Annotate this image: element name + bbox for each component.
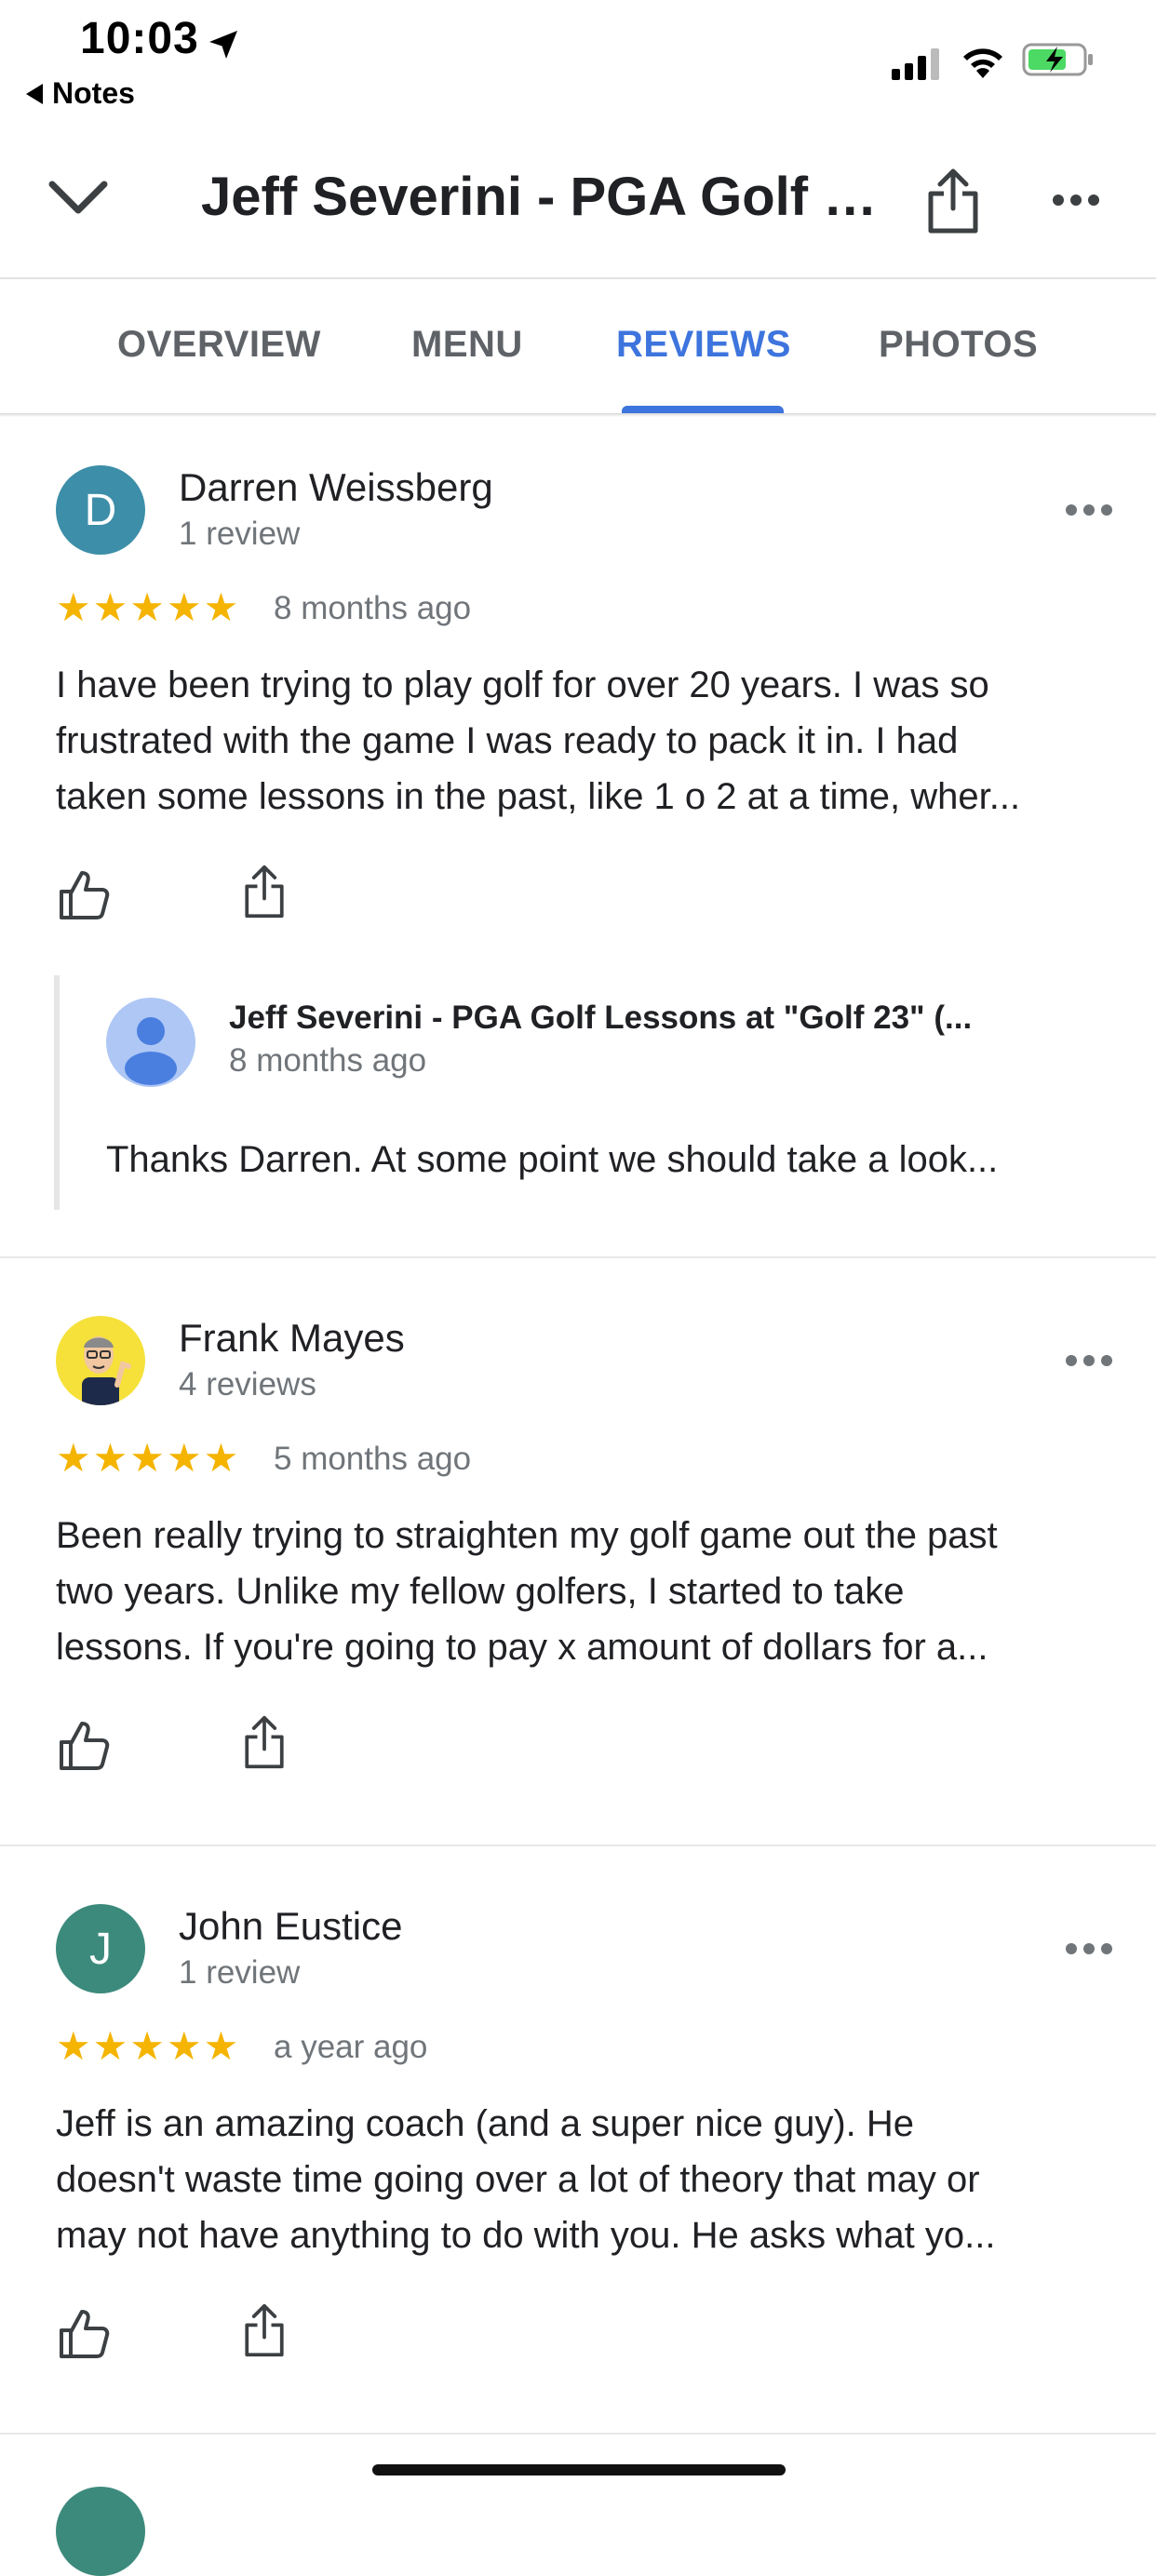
- avatar[interactable]: [56, 1316, 145, 1405]
- review-text-line: frustrated with the game I was ready to …: [56, 720, 959, 761]
- avatar[interactable]: D: [56, 465, 145, 555]
- reply-quote-bar: [54, 975, 60, 1210]
- owner-reply-name: Jeff Severini - PGA Golf Lessons at "Gol…: [229, 1000, 973, 1036]
- location-arrow-icon: [209, 31, 237, 59]
- star-rating: ★★★★★: [56, 2024, 241, 2068]
- review-more-icon[interactable]: [1065, 501, 1113, 519]
- review-text-line: lessons. If you're going to pay x amount…: [56, 1627, 988, 1668]
- review-text-line: may not have anything to do with you. He…: [56, 2215, 996, 2256]
- reviewer-name[interactable]: Darren Weissberg: [179, 465, 493, 510]
- review-count: 4 reviews: [179, 1366, 316, 1402]
- share-review-icon[interactable]: [236, 1714, 292, 1770]
- review-count: 1 review: [179, 1954, 301, 1991]
- share-review-icon[interactable]: [236, 864, 292, 919]
- review-text-line: Jeff is an amazing coach (and a super ni…: [56, 2103, 914, 2144]
- back-to-notes-link[interactable]: Notes: [26, 76, 135, 111]
- collapse-chevron-icon[interactable]: [43, 171, 114, 227]
- person-icon: [125, 1017, 177, 1085]
- avatar[interactable]: J: [56, 1904, 145, 1993]
- more-options-icon[interactable]: [1052, 186, 1100, 214]
- tab-photos[interactable]: PHOTOS: [879, 324, 1038, 366]
- review-text-line: doesn't waste time going over a lot of t…: [56, 2159, 980, 2200]
- owner-reply-time: 8 months ago: [229, 1042, 427, 1079]
- reviewer-name[interactable]: John Eustice: [179, 1904, 402, 1949]
- home-indicator[interactable]: [372, 2464, 786, 2475]
- avatar[interactable]: [56, 2487, 145, 2576]
- star-rating: ★★★★★: [56, 1436, 241, 1480]
- status-time: 10:03: [80, 14, 199, 63]
- active-tab-indicator: [622, 406, 784, 413]
- cellular-signal-icon: [892, 48, 939, 80]
- thumbs-up-icon[interactable]: [56, 1718, 112, 1774]
- review-text[interactable]: Been really trying to straighten my golf…: [56, 1508, 1117, 1675]
- tabs-shadow: [0, 413, 1156, 417]
- header-divider: [0, 277, 1156, 279]
- battery-charging-icon: [1022, 43, 1093, 76]
- wifi-icon: [963, 48, 1002, 78]
- tab-reviews[interactable]: REVIEWS: [616, 324, 791, 366]
- thumbs-up-icon[interactable]: [56, 2306, 112, 2362]
- star-rating: ★★★★★: [56, 585, 241, 629]
- review-text[interactable]: I have been trying to play golf for over…: [56, 657, 1117, 825]
- share-review-icon[interactable]: [236, 2302, 292, 2358]
- review-text-line: Been really trying to straighten my golf…: [56, 1515, 998, 1556]
- place-title: Jeff Severini - PGA Golf L...: [201, 167, 890, 227]
- owner-reply-text[interactable]: Thanks Darren. At some point we should t…: [106, 1139, 998, 1181]
- review-time: 8 months ago: [274, 590, 472, 626]
- share-icon[interactable]: [923, 166, 983, 236]
- review-divider: [0, 1256, 1156, 1258]
- tab-menu[interactable]: MENU: [411, 324, 523, 366]
- review-more-icon[interactable]: [1065, 1939, 1113, 1958]
- reviewer-name[interactable]: Frank Mayes: [179, 1316, 405, 1361]
- bitmoji-avatar-icon: [82, 1336, 131, 1405]
- review-count: 1 review: [179, 516, 301, 552]
- review-more-icon[interactable]: [1065, 1351, 1113, 1370]
- review-divider: [0, 1845, 1156, 1846]
- owner-avatar: [106, 998, 195, 1087]
- review-time: 5 months ago: [274, 1441, 472, 1477]
- thumbs-up-icon[interactable]: [56, 867, 112, 923]
- review-text-line: I have been trying to play golf for over…: [56, 664, 989, 705]
- review-text[interactable]: Jeff is an amazing coach (and a super ni…: [56, 2096, 1117, 2263]
- back-notes-label: Notes: [52, 76, 135, 110]
- back-triangle-icon: [26, 83, 43, 104]
- review-text-line: two years. Unlike my fellow golfers, I s…: [56, 1571, 905, 1612]
- review-divider: [0, 2433, 1156, 2435]
- review-text-line: taken some lessons in the past, like 1 o…: [56, 776, 1021, 817]
- tab-overview[interactable]: OVERVIEW: [117, 324, 321, 366]
- review-time: a year ago: [274, 2029, 428, 2065]
